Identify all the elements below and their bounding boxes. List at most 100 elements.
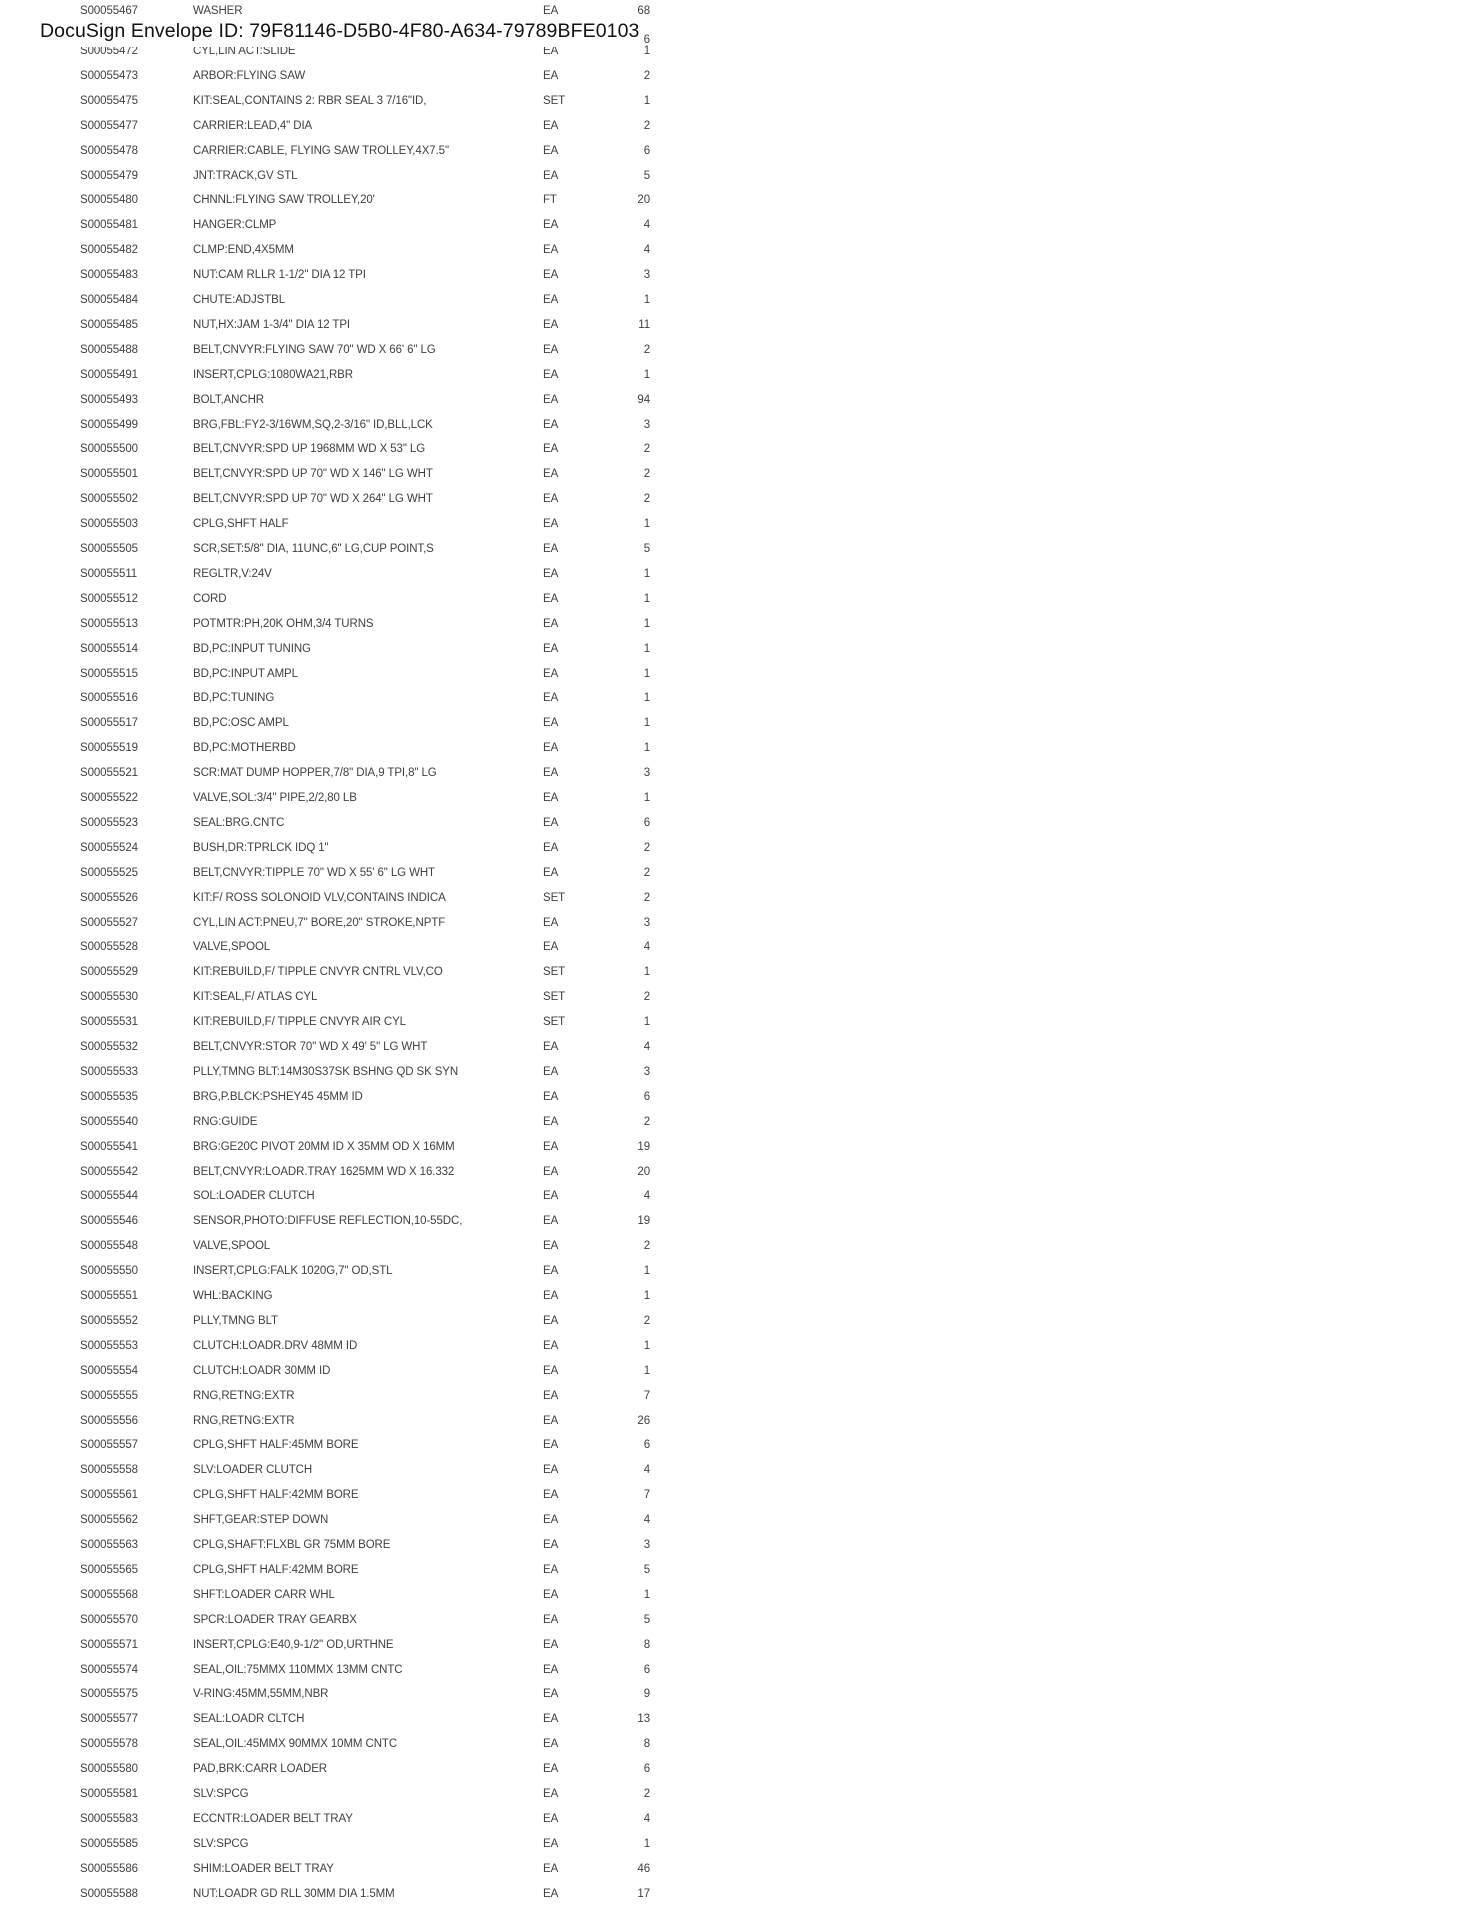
item-number: S00055493 <box>80 393 138 406</box>
list-row: S00055475 KIT:SEAL,CONTAINS 2: RBR SEAL 3… <box>0 95 700 115</box>
unit-of-measure: EA <box>543 119 559 132</box>
item-number: S00055499 <box>80 418 138 431</box>
unit-of-measure: EA <box>543 916 559 929</box>
list-row: S00055561 CPLG,SHFT HALF:42MM BORE EA 7 <box>0 1489 700 1509</box>
quantity: 5 <box>643 1563 650 1576</box>
unit-of-measure: EA <box>543 1539 559 1551</box>
list-row: S00055533 PLLY,TMNG BLT:14M30S37SK BSHNG … <box>0 1066 700 1086</box>
quantity: 5 <box>643 543 650 555</box>
quantity: 6 <box>643 1663 650 1676</box>
unit-of-measure: EA <box>543 1364 559 1377</box>
unit-of-measure: EA <box>543 717 559 730</box>
unit-of-measure: EA <box>543 443 559 456</box>
unit-of-measure: EA <box>543 1414 559 1427</box>
list-row: S00055523 SEAL:BRG.CNTC EA 6 <box>0 817 700 837</box>
item-number: S00055565 <box>80 1563 138 1576</box>
unit-of-measure: EA <box>543 244 559 257</box>
item-number: S00055562 <box>80 1514 138 1527</box>
item-number: S00055540 <box>80 1115 138 1128</box>
quantity: 3 <box>643 1065 650 1078</box>
item-description: CLUTCH:LOADR.DRV 48MM ID <box>193 1339 358 1352</box>
item-number: S00055535 <box>80 1090 138 1103</box>
quantity: 8 <box>643 1638 650 1651</box>
item-number: S00055563 <box>80 1539 138 1551</box>
unit-of-measure: EA <box>543 493 559 506</box>
list-row: S00055544 SOL:LOADER CLUTCH EA 4 <box>0 1190 700 1210</box>
list-row: S00055517 BD,PC:OSC AMPL EA 1 <box>0 717 700 737</box>
quantity: 1 <box>643 966 650 979</box>
unit-of-measure: EA <box>543 767 559 780</box>
unit-of-measure: SET <box>543 94 566 107</box>
list-row: S00055535 BRG,P.BLCK:PSHEY45 45MM ID EA 6 <box>0 1091 700 1111</box>
item-number: S00055478 <box>80 144 138 157</box>
list-row: S00055532 BELT,CNVYR:STOR 70" WD X 49' 5"… <box>0 1041 700 1061</box>
quantity: 3 <box>643 1539 650 1551</box>
quantity: 2 <box>643 1314 650 1327</box>
unit-of-measure: EA <box>543 1115 559 1128</box>
unit-of-measure: SET <box>543 1016 566 1029</box>
item-number: S00055485 <box>80 318 138 331</box>
quantity: 26 <box>637 1414 650 1427</box>
unit-of-measure: EA <box>543 1439 559 1452</box>
item-description: CPLG,SHFT HALF:42MM BORE <box>193 1563 359 1576</box>
item-number: S00055516 <box>80 692 138 705</box>
item-description: ARBOR:FLYING SAW <box>193 69 306 82</box>
unit-of-measure: EA <box>543 1887 559 1900</box>
list-row: S00055491 INSERT,CPLG:1080WA21,RBR EA 1 <box>0 369 700 389</box>
quantity: 7 <box>643 1389 650 1402</box>
quantity: 1 <box>643 1339 650 1352</box>
item-description: WASHER <box>193 5 243 17</box>
item-description: INSERT,CPLG:1080WA21,RBR <box>193 368 353 381</box>
item-description: SOL:LOADER CLUTCH <box>193 1190 315 1203</box>
list-row: S00055478 CARRIER:CABLE, FLYING SAW TROLL… <box>0 145 700 165</box>
item-number: S00055523 <box>80 816 138 829</box>
item-description: BELT,CNVYR:TIPPLE 70" WD X 55' 6" LG WHT <box>193 866 435 879</box>
item-description: BD,PC:INPUT AMPL <box>193 667 298 680</box>
item-description: SLV:LOADER CLUTCH <box>193 1464 313 1477</box>
quantity: 7 <box>643 1489 650 1502</box>
item-number: S00055571 <box>80 1638 138 1651</box>
quantity: 20 <box>637 1165 650 1178</box>
item-description: CORD <box>193 592 227 605</box>
unit-of-measure: EA <box>543 1489 559 1502</box>
quantity: 1 <box>643 667 650 680</box>
item-number: S00055519 <box>80 742 138 755</box>
list-row: S00055551 WHL:BACKING EA 1 <box>0 1290 700 1310</box>
item-number: S00055480 <box>80 194 138 207</box>
item-number: S00055548 <box>80 1240 138 1253</box>
item-number: S00055473 <box>80 69 138 82</box>
unit-of-measure: EA <box>543 1215 559 1228</box>
item-description: SPCR:LOADER TRAY GEARBX <box>193 1613 357 1626</box>
quantity: 1 <box>643 642 650 655</box>
item-number: S00055577 <box>80 1713 138 1726</box>
list-row: S00055568 SHFT:LOADER CARR WHL EA 1 <box>0 1589 700 1609</box>
item-description: SHFT:LOADER CARR WHL <box>193 1588 335 1601</box>
item-description: SENSOR,PHOTO:DIFFUSE REFLECTION,10-55DC, <box>193 1215 463 1228</box>
list-row: S00055556 RNG,RETNG:EXTR EA 26 <box>0 1415 700 1435</box>
quantity: 3 <box>643 767 650 780</box>
item-description: V-RING:45MM,55MM,NBR <box>193 1688 329 1701</box>
item-number: S00055561 <box>80 1489 138 1502</box>
unit-of-measure: EA <box>543 169 559 182</box>
quantity: 2 <box>643 343 650 356</box>
quantity: 1 <box>643 1265 650 1278</box>
list-row: S00055529 KIT:REBUILD,F/ TIPPLE CNVYR CNT… <box>0 966 700 986</box>
item-number: S00055555 <box>80 1389 138 1402</box>
item-description: INSERT,CPLG:E40,9-1/2" OD,URTHNE <box>193 1638 394 1651</box>
item-number: S00055503 <box>80 518 138 531</box>
list-row: S00055586 SHIM:LOADER BELT TRAY EA 46 <box>0 1863 700 1883</box>
item-number: S00055529 <box>80 966 138 979</box>
quantity: 2 <box>643 991 650 1004</box>
item-number: S00055467 <box>80 5 138 17</box>
list-row: S00055480 CHNNL:FLYING SAW TROLLEY,20' FT 2… <box>0 194 700 214</box>
item-description: INSERT,CPLG:FALK 1020G,7" OD,STL <box>193 1265 393 1278</box>
quantity: 2 <box>643 841 650 854</box>
item-number: S00055521 <box>80 767 138 780</box>
item-number: S00055477 <box>80 119 138 132</box>
unit-of-measure: EA <box>543 617 559 630</box>
list-row: S00055500 BELT,CNVYR:SPD UP 1968MM WD X 5… <box>0 443 700 463</box>
unit-of-measure: FT <box>543 194 557 207</box>
unit-of-measure: EA <box>543 1862 559 1875</box>
list-row: S00055558 SLV:LOADER CLUTCH EA 4 <box>0 1464 700 1484</box>
list-row: S00055546 SENSOR,PHOTO:DIFFUSE REFLECTION… <box>0 1215 700 1235</box>
